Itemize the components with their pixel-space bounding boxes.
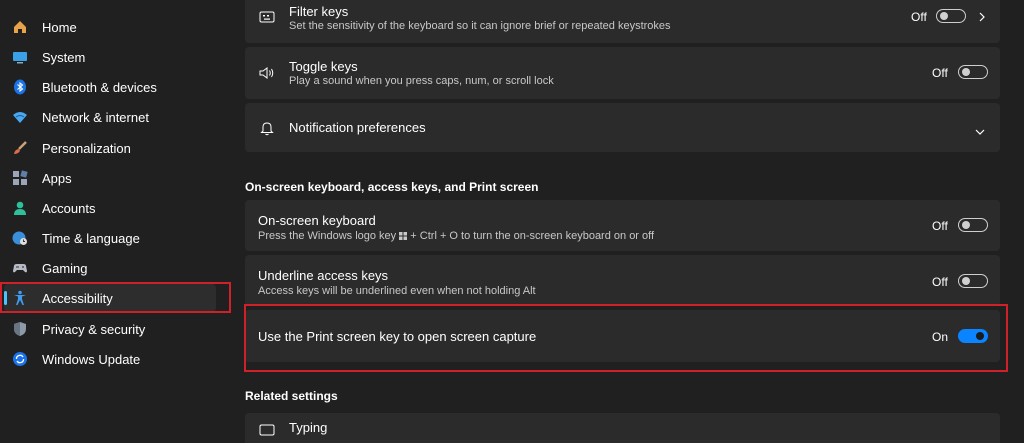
globe-clock-icon bbox=[12, 230, 28, 246]
toggle-keys-description: Play a sound when you press caps, num, o… bbox=[289, 75, 554, 87]
annotation-highlight-accessibility bbox=[0, 282, 231, 313]
sidebar-item-label: Apps bbox=[42, 170, 72, 186]
sidebar-item-time-language[interactable]: Time & language bbox=[4, 224, 216, 252]
bell-icon bbox=[258, 119, 276, 137]
section-header-keyboard: On-screen keyboard, access keys, and Pri… bbox=[245, 180, 539, 194]
person-icon bbox=[12, 200, 28, 216]
onscreen-keyboard-card[interactable]: On-screen keyboard Press the Windows log… bbox=[245, 200, 1000, 251]
sidebar-item-label: Privacy & security bbox=[42, 321, 146, 337]
wifi-icon bbox=[12, 109, 28, 125]
sidebar-item-label: Personalization bbox=[42, 140, 131, 156]
keyboard-filter-icon bbox=[258, 8, 276, 26]
apps-icon bbox=[12, 170, 28, 186]
toggle-keys-title: Toggle keys bbox=[289, 59, 358, 74]
underline-access-keys-title: Underline access keys bbox=[258, 268, 389, 283]
sidebar-item-label: Home bbox=[42, 19, 77, 35]
filter-keys-state: Off bbox=[911, 10, 927, 24]
toggle-keys-toggle[interactable] bbox=[958, 65, 988, 79]
bluetooth-icon bbox=[12, 79, 28, 95]
onscreen-keyboard-title: On-screen keyboard bbox=[258, 213, 376, 228]
sidebar-item-privacy[interactable]: Privacy & security bbox=[4, 315, 216, 343]
chevron-right-icon[interactable] bbox=[978, 10, 986, 28]
typing-card[interactable]: Typing bbox=[245, 413, 1000, 443]
notification-preferences-card[interactable]: Notification preferences bbox=[245, 103, 1000, 152]
sidebar-item-system[interactable]: System bbox=[4, 43, 216, 71]
sidebar-item-accounts[interactable]: Accounts bbox=[4, 194, 216, 222]
underline-access-keys-description: Access keys will be underlined even when… bbox=[258, 285, 536, 297]
filter-keys-description: Set the sensitivity of the keyboard so i… bbox=[289, 20, 671, 32]
windows-logo-icon bbox=[399, 231, 408, 240]
filter-keys-title: Filter keys bbox=[289, 4, 349, 19]
underline-access-keys-card[interactable]: Underline access keys Access keys will b… bbox=[245, 255, 1000, 306]
toggle-keys-state: Off bbox=[932, 66, 948, 80]
sidebar: Home System Bluetooth & devices Network … bbox=[0, 0, 232, 431]
sidebar-item-label: Bluetooth & devices bbox=[42, 79, 157, 95]
onscreen-keyboard-description: Press the Windows logo key + Ctrl + O to… bbox=[258, 230, 655, 242]
sidebar-item-label: Windows Update bbox=[42, 351, 141, 367]
shield-icon bbox=[12, 321, 28, 337]
speaker-icon bbox=[258, 64, 276, 82]
filter-keys-toggle[interactable] bbox=[936, 9, 966, 23]
sidebar-item-apps[interactable]: Apps bbox=[4, 164, 216, 192]
section-header-related: Related settings bbox=[245, 389, 338, 403]
sidebar-item-personalization[interactable]: Personalization bbox=[4, 134, 216, 162]
sidebar-item-label: Network & internet bbox=[42, 109, 149, 125]
sidebar-item-gaming[interactable]: Gaming bbox=[4, 254, 216, 282]
underline-access-keys-state: Off bbox=[932, 275, 948, 289]
sidebar-item-home[interactable]: Home bbox=[4, 13, 216, 41]
gamepad-icon bbox=[12, 260, 28, 276]
toggle-keys-card[interactable]: Toggle keys Play a sound when you press … bbox=[245, 47, 1000, 99]
keyboard-icon bbox=[258, 421, 276, 439]
notification-preferences-title: Notification preferences bbox=[289, 120, 426, 135]
typing-title: Typing bbox=[289, 420, 328, 435]
onscreen-keyboard-toggle[interactable] bbox=[958, 218, 988, 232]
sidebar-item-network[interactable]: Network & internet bbox=[4, 103, 216, 131]
monitor-icon bbox=[12, 49, 28, 65]
home-icon bbox=[12, 19, 28, 35]
sidebar-item-label: Gaming bbox=[42, 260, 88, 276]
sidebar-item-bluetooth[interactable]: Bluetooth & devices bbox=[4, 73, 216, 101]
underline-access-keys-toggle[interactable] bbox=[958, 274, 988, 288]
filter-keys-card[interactable]: Filter keys Set the sensitivity of the k… bbox=[245, 0, 1000, 43]
sidebar-item-label: System bbox=[42, 49, 86, 65]
sidebar-item-windows-update[interactable]: Windows Update bbox=[4, 345, 216, 373]
chevron-down-icon[interactable] bbox=[974, 123, 986, 141]
brush-icon bbox=[12, 140, 28, 156]
sidebar-item-label: Time & language bbox=[42, 230, 140, 246]
update-icon bbox=[12, 351, 28, 367]
sidebar-item-label: Accounts bbox=[42, 200, 96, 216]
annotation-highlight-print-screen bbox=[244, 304, 1008, 372]
onscreen-keyboard-state: Off bbox=[932, 219, 948, 233]
